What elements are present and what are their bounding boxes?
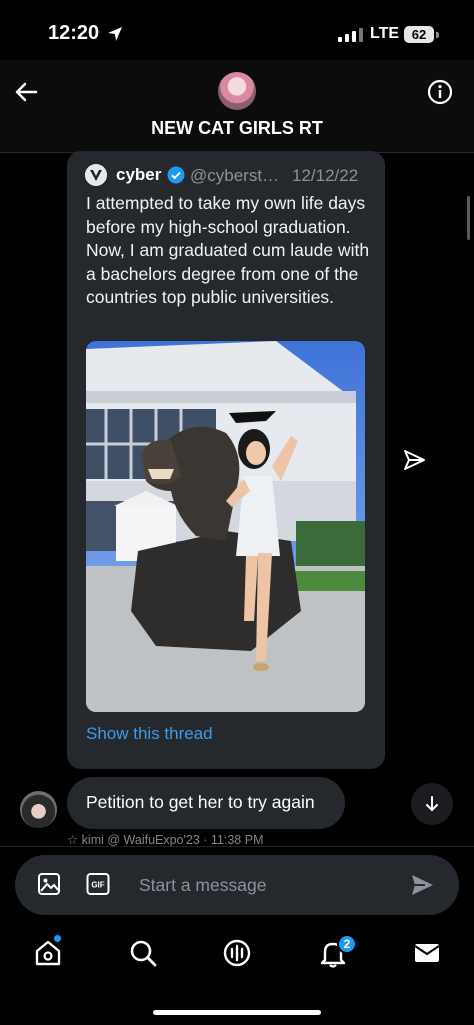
compose-divider: [0, 846, 474, 847]
author-handle: @cyberst…: [190, 166, 280, 185]
image-icon[interactable]: [37, 872, 61, 896]
message-text: Petition to get her to try again: [86, 792, 315, 812]
svg-text:GIF: GIF: [91, 881, 104, 890]
status-time: 12:20: [48, 22, 100, 44]
conversation-title[interactable]: NEW CAT GIRLS RT: [0, 118, 474, 139]
show-thread-link[interactable]: Show this thread: [86, 724, 213, 744]
network-label: LTE: [370, 25, 400, 42]
mail-icon[interactable]: [412, 938, 442, 968]
share-icon[interactable]: [401, 447, 427, 473]
notifications-badge: 2: [337, 934, 357, 954]
verified-badge-icon: [167, 166, 185, 184]
tweet-text: I attempted to take my own life days bef…: [86, 193, 370, 307]
scrollbar[interactable]: [467, 196, 470, 240]
author-avatar: [85, 164, 107, 186]
search-icon[interactable]: [128, 938, 158, 968]
home-notification-dot: [54, 935, 61, 942]
signal-icon: [338, 28, 363, 42]
arrow-down-icon: [426, 796, 438, 812]
gif-icon[interactable]: GIF: [86, 872, 110, 896]
message-meta: ☆ kimi @ WaifuExpo'23 · 11:38 PM: [67, 833, 264, 847]
home-indicator: [153, 1010, 321, 1015]
home-icon[interactable]: [33, 938, 63, 968]
tweet-photo[interactable]: [86, 341, 365, 712]
back-arrow-icon[interactable]: [12, 78, 40, 106]
scroll-down-button[interactable]: [411, 783, 453, 825]
sender-avatar[interactable]: [20, 791, 57, 828]
tweet-date: 12/12/22: [292, 166, 359, 185]
location-arrow-icon: [108, 27, 122, 41]
battery-tip: [436, 32, 439, 38]
info-icon[interactable]: [427, 79, 453, 105]
spaces-icon[interactable]: [222, 938, 252, 968]
send-icon[interactable]: [409, 872, 435, 898]
photo-illustration: [86, 341, 365, 712]
group-avatar[interactable]: [218, 72, 256, 110]
message-input[interactable]: Start a message: [139, 875, 266, 896]
author-name: cyber: [116, 165, 162, 184]
battery-indicator: 62: [404, 26, 434, 43]
